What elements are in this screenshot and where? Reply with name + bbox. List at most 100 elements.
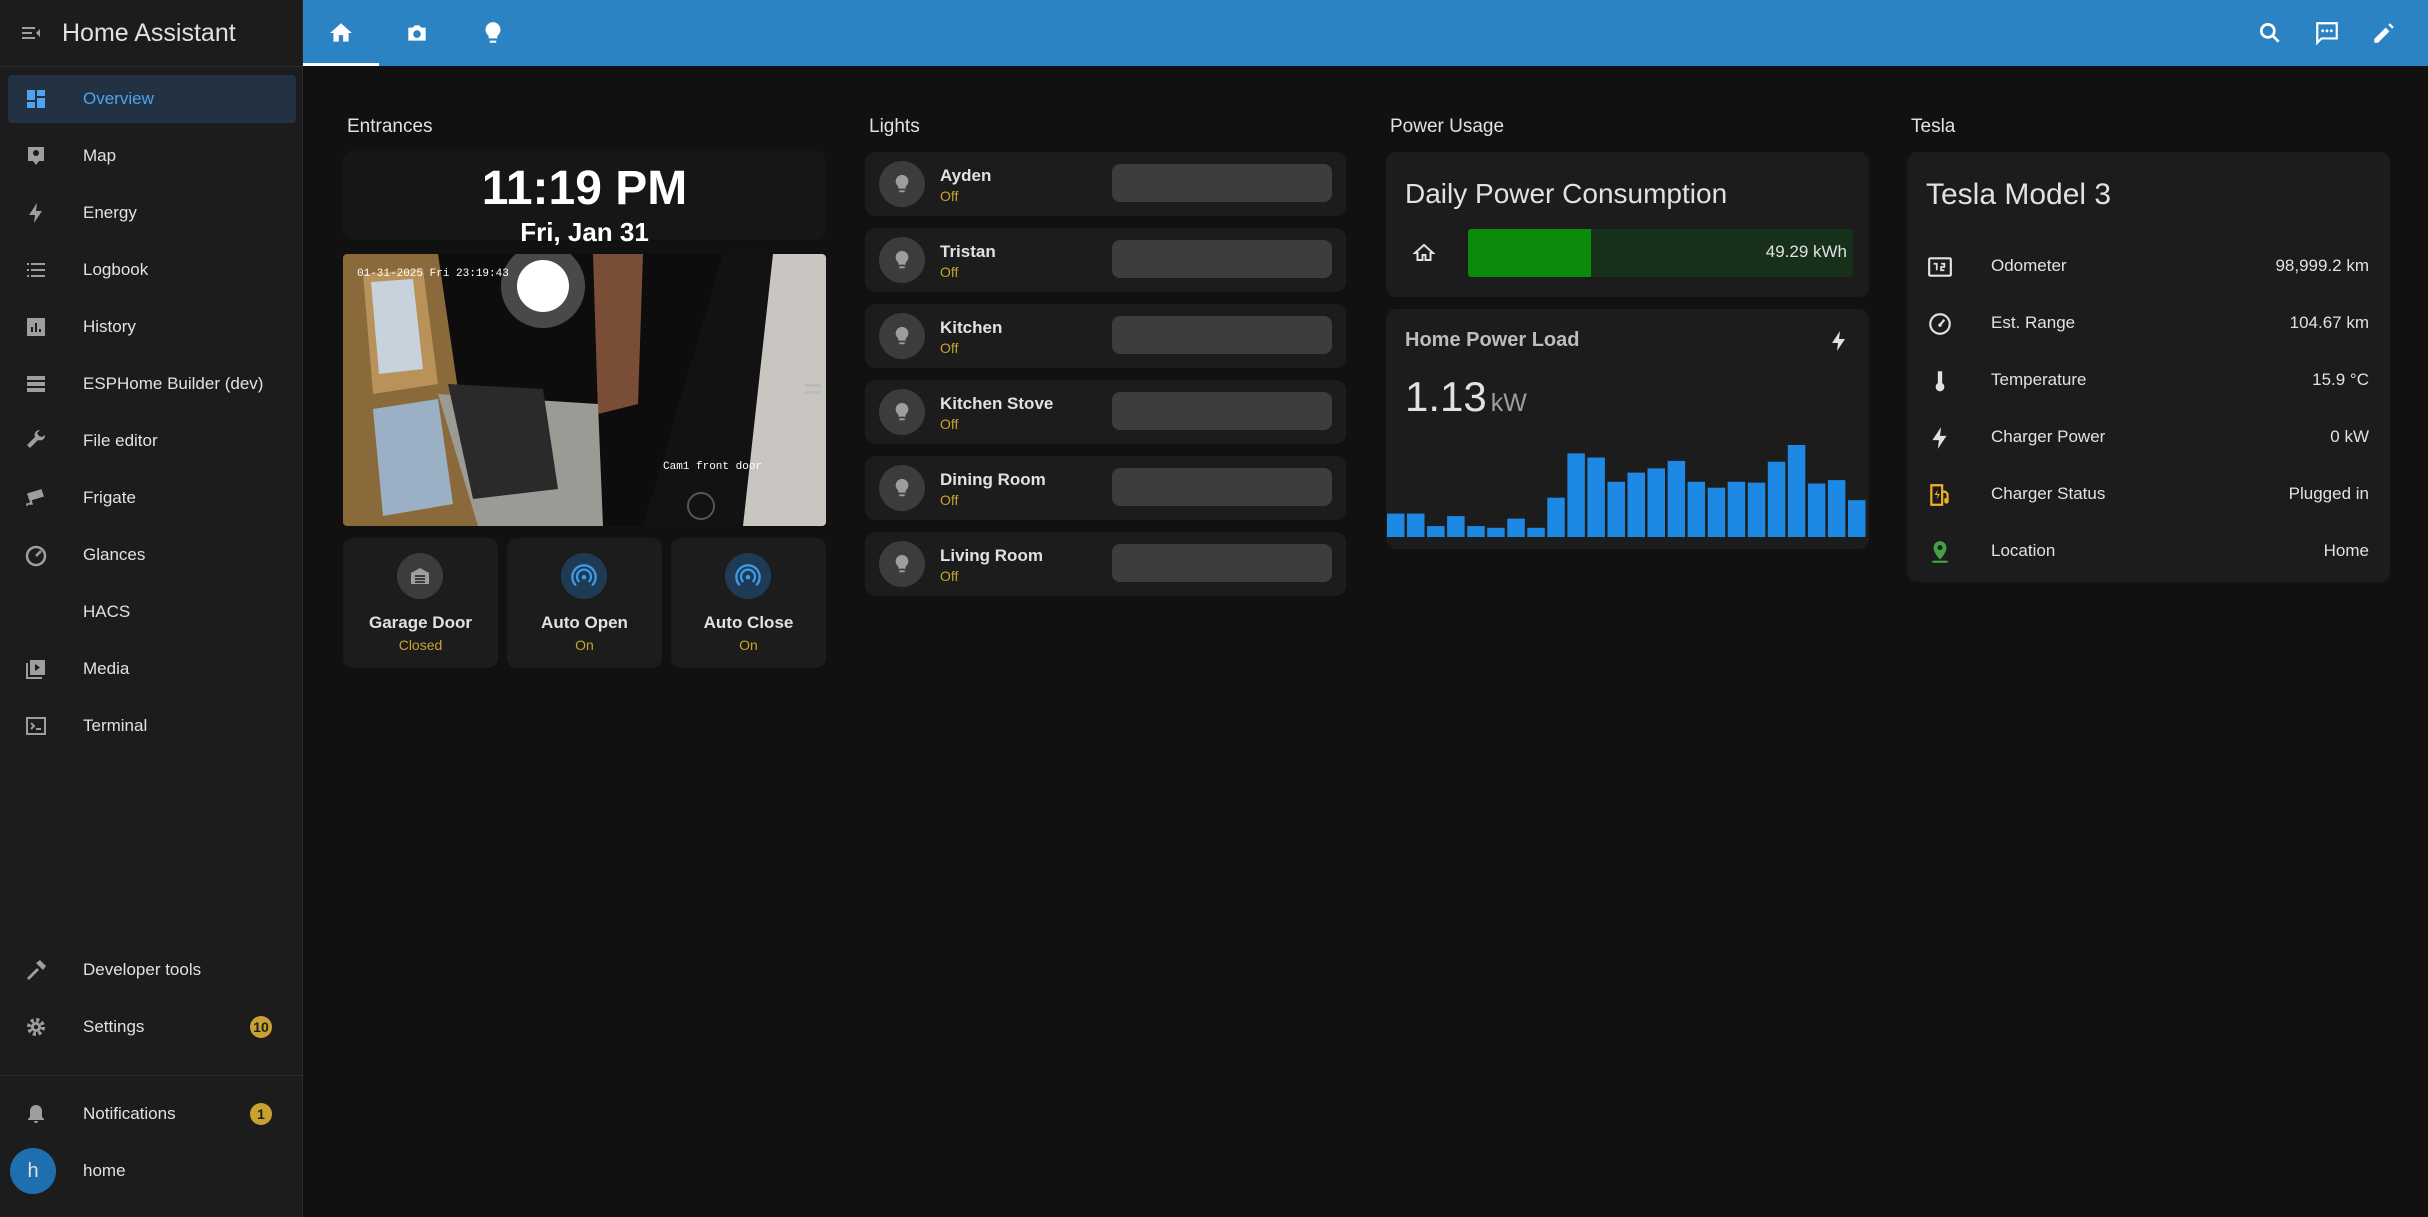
power-load-bar (1427, 526, 1445, 537)
sidebar-item-overview[interactable]: Overview (8, 75, 296, 123)
lightbulb-icon[interactable] (879, 541, 925, 587)
light-name: Tristan (940, 242, 996, 261)
tesla-value: 15.9 °C (2312, 370, 2369, 389)
tab-lights[interactable] (455, 0, 531, 66)
console-icon (11, 714, 61, 738)
sidebar-item-label: Terminal (83, 716, 148, 735)
thermometer-icon (1925, 366, 1955, 396)
dashboard-view: Entrances 11:19 PM Fri, Jan 31 01-31-202… (303, 66, 2428, 1217)
brightness-slider[interactable] (1112, 316, 1332, 354)
tesla-value: 0 kW (2330, 427, 2369, 446)
sidebar-item-map[interactable]: Map (8, 132, 296, 180)
tesla-label: Location (1991, 541, 2056, 560)
sidebar-item-notifications[interactable]: Notifications 1 (8, 1090, 296, 1138)
pencil-icon (2374, 23, 2394, 43)
clock-card: 11:19 PM Fri, Jan 31 (343, 151, 826, 247)
light-row-kitchen-stove[interactable]: Kitchen Stove Off (865, 380, 1346, 444)
camera-feed-front-door[interactable]: 01-31-2025 Fri 23:19:43 Cam1 front door (343, 254, 826, 526)
tesla-row-range[interactable]: Est. Range 104.67 km (1907, 295, 2388, 352)
light-row-tristan[interactable]: Tristan Off (865, 228, 1346, 292)
daily-power-card[interactable]: Daily Power Consumption 49.29 kWh (1386, 152, 1869, 297)
light-row-dining-room[interactable]: Dining Room Off (865, 456, 1346, 520)
power-load-bar (1827, 480, 1846, 537)
lightbulb-icon[interactable] (879, 161, 925, 207)
light-row-living-room[interactable]: Living Room Off (865, 532, 1346, 596)
sidebar-item-file-editor[interactable]: File editor (8, 417, 296, 465)
brightness-slider[interactable] (1112, 468, 1332, 506)
tesla-row-charger-status[interactable]: Charger Status Plugged in (1907, 466, 2388, 523)
brightness-slider[interactable] (1112, 240, 1332, 278)
app-title: Home Assistant (62, 18, 236, 47)
power-load-bar (1607, 481, 1625, 537)
lightbulb-icon[interactable] (879, 237, 925, 283)
tesla-row-location[interactable]: Location Home (1907, 523, 2388, 580)
notifications-badge: 1 (250, 1103, 272, 1125)
power-load-bar (1567, 453, 1585, 537)
sidebar-item-label: HACS (83, 602, 131, 621)
lightbulb-icon[interactable] (879, 465, 925, 511)
brightness-slider[interactable] (1112, 164, 1332, 202)
lightbulb-icon[interactable] (879, 389, 925, 435)
tab-home[interactable] (303, 0, 379, 66)
brightness-slider[interactable] (1112, 392, 1332, 430)
tesla-row-charger-power[interactable]: Charger Power 0 kW (1907, 409, 2388, 466)
brightness-slider[interactable] (1112, 544, 1332, 582)
sidebar-item-hacs[interactable]: HACS (8, 588, 296, 636)
map-marker-icon (1925, 537, 1955, 567)
sidebar-item-label: History (83, 317, 136, 336)
edit-dashboard-button[interactable] (2359, 8, 2409, 58)
tile-state: On (739, 637, 758, 653)
power-load-bar (1547, 497, 1565, 537)
sidebar-item-media[interactable]: Media (8, 645, 296, 693)
tesla-title: Tesla (1911, 116, 1956, 137)
sidebar-header: Home Assistant (0, 0, 302, 67)
light-state: Off (940, 188, 959, 204)
lightbulb-icon (485, 22, 501, 43)
light-state: Off (940, 568, 959, 584)
lights-title: Lights (869, 116, 920, 137)
sidebar-item-label: Map (83, 146, 117, 165)
light-state: Off (940, 492, 959, 508)
dashboard-header (303, 0, 2428, 66)
lightbulb-icon[interactable] (879, 313, 925, 359)
sidebar-divider (0, 1075, 303, 1076)
sidebar-item-terminal[interactable]: Terminal (8, 702, 296, 750)
counter-icon (1925, 252, 1955, 282)
sidebar-item-glances[interactable]: Glances (8, 531, 296, 579)
hammer-icon (11, 958, 61, 982)
dashboard-icon (11, 87, 61, 111)
power-load-bar (1667, 460, 1686, 537)
tesla-row-odometer[interactable]: Odometer 98,999.2 km (1907, 238, 2388, 295)
light-name: Kitchen (940, 318, 1003, 337)
bar-chart-icon (11, 315, 61, 339)
tile-auto-close[interactable]: Auto Close On (671, 538, 826, 668)
tesla-label: Charger Status (1991, 484, 2106, 503)
sidebar-item-energy[interactable]: Energy (8, 189, 296, 237)
sidebar-item-esphome[interactable]: ESPHome Builder (dev) (8, 360, 296, 408)
power-load-bar (1807, 483, 1826, 537)
sidebar-item-logbook[interactable]: Logbook (8, 246, 296, 294)
power-load-bar (1687, 481, 1706, 537)
tab-cameras[interactable] (379, 0, 455, 66)
sidebar-item-developer-tools[interactable]: Developer tools (8, 946, 296, 994)
home-power-load-card[interactable]: Home Power Load 1.13 kW (1386, 309, 1869, 549)
light-row-kitchen[interactable]: Kitchen Off (865, 304, 1346, 368)
menu-toggle-button[interactable] (0, 21, 62, 45)
daily-power-value: 49.29 kWh (1765, 242, 1847, 261)
sidebar-item-label: Energy (83, 203, 137, 222)
sidebar-item-history[interactable]: History (8, 303, 296, 351)
light-row-ayden[interactable]: Ayden Off (865, 152, 1346, 216)
tile-garage-door[interactable]: Garage Door Closed (343, 538, 498, 668)
sidebar-item-label: File editor (83, 431, 158, 450)
tile-name: Garage Door (369, 613, 472, 632)
assist-button[interactable] (2302, 8, 2352, 58)
tile-auto-open[interactable]: Auto Open On (507, 538, 662, 668)
sidebar-item-settings[interactable]: Settings 10 (8, 1003, 296, 1051)
tesla-row-temperature[interactable]: Temperature 15.9 °C (1907, 352, 2388, 409)
search-button[interactable] (2245, 8, 2295, 58)
sidebar-item-frigate[interactable]: Frigate (8, 474, 296, 522)
power-load-bar (1447, 516, 1465, 537)
power-load-bar (1787, 445, 1806, 537)
sidebar-item-user[interactable]: h home (8, 1147, 296, 1195)
light-state: Off (940, 264, 959, 280)
